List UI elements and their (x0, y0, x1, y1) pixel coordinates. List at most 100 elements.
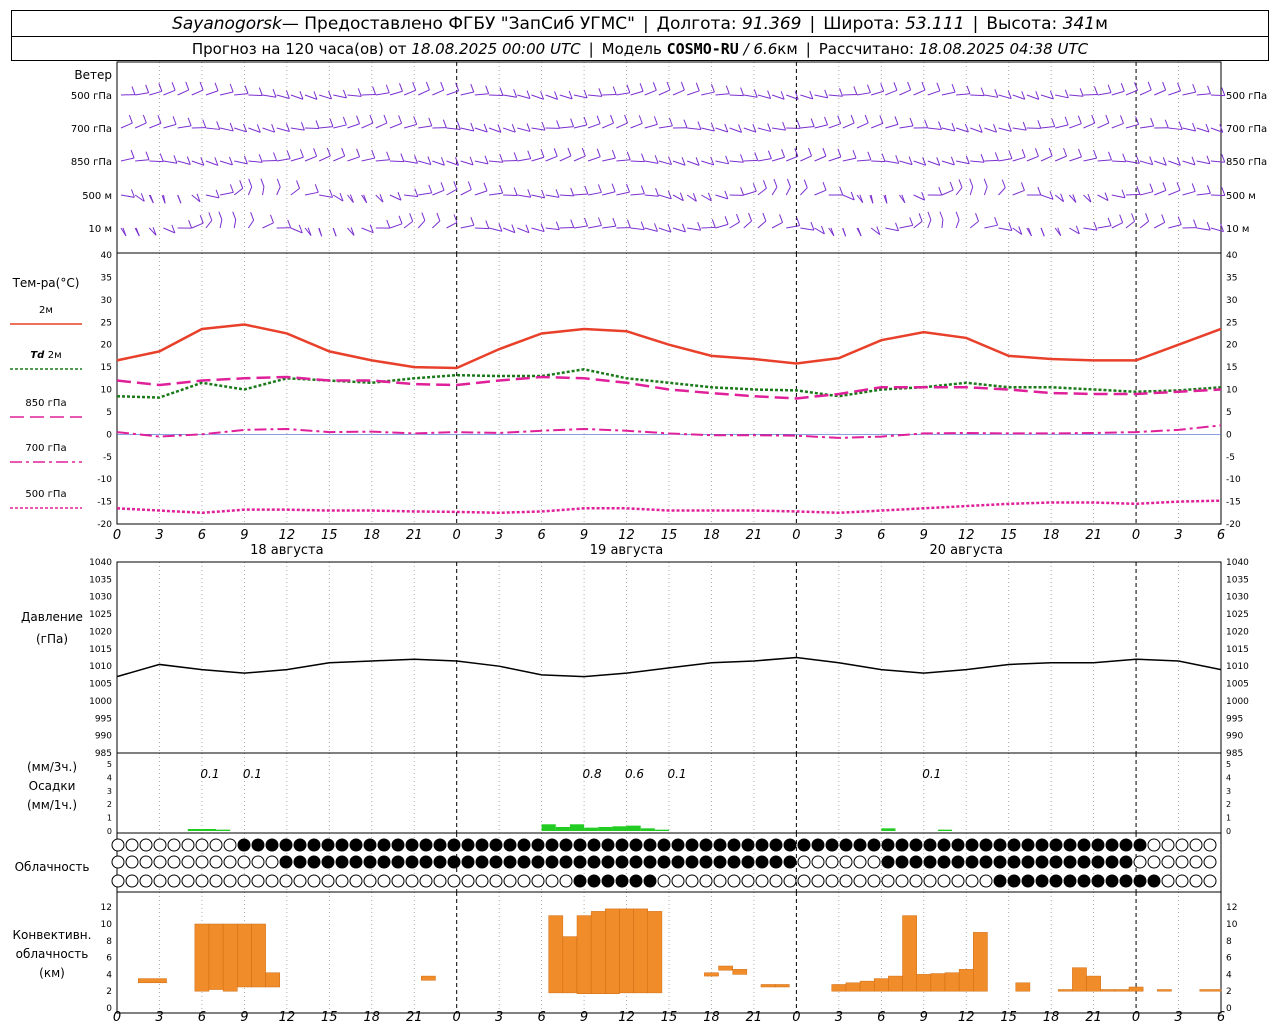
hour-tick-label: 6 (537, 528, 545, 543)
cloud-cover-symbol (1105, 838, 1119, 852)
wind-barb-shaft (644, 194, 659, 197)
temp-ytick-left: 20 (101, 341, 113, 351)
cloud-cover-symbol (531, 874, 545, 888)
wind-barb-flag (853, 86, 858, 95)
cloud-cover-symbol (181, 838, 195, 852)
cloud-cover-symbol (587, 838, 601, 852)
wind-barb-shaft (1012, 189, 1025, 196)
cloud-cover-symbol (965, 855, 979, 869)
conv-cloud-bar (194, 923, 210, 992)
wind-barb-flag (803, 179, 808, 188)
wind-barb-shaft (701, 160, 714, 166)
wind-barb-shaft (616, 159, 631, 162)
wind-barb-shaft (1040, 126, 1055, 129)
wind-barb-flag (400, 153, 405, 162)
cloud-cover-symbol (279, 838, 293, 852)
cloud-cover-symbol (349, 838, 363, 852)
wind-barb-shaft (587, 123, 601, 129)
wind-barb-shaft (630, 122, 643, 129)
hour-tick-label: 3 (835, 528, 843, 543)
wind-barb-shaft (460, 127, 474, 132)
cloud-cover-symbol (1091, 855, 1105, 869)
wind-barb-shaft (899, 224, 913, 229)
cloud-cover-symbol (881, 855, 895, 869)
hour-tick-label: 21 (746, 1010, 763, 1024)
cloud-cover-symbol (405, 855, 419, 869)
cloud-cover-symbol (699, 838, 713, 852)
cloud-cover-symbol (1133, 874, 1147, 888)
conv-cloud-bar (1114, 989, 1130, 992)
wind-barb-flag (248, 178, 253, 188)
wind-barb-flag (258, 87, 263, 96)
wind-barb-shaft (559, 94, 573, 100)
cloud-cover-symbol (713, 855, 727, 869)
cloud-cover-symbol (223, 874, 237, 888)
cloud-cover-symbol (979, 855, 993, 869)
pressure-unit: (гПа) (36, 632, 68, 646)
hour-tick-label: 18 (363, 1010, 380, 1024)
wind-barb-flag (145, 84, 150, 93)
precip-bar (216, 829, 231, 831)
precip-bar (569, 824, 585, 831)
cloud-cover-symbol (475, 838, 489, 852)
conv-ytick-right: 6 (1226, 954, 1232, 964)
conv-title-1: Конвективн. (13, 928, 92, 942)
wind-barb-flag (1121, 189, 1126, 198)
wind-barb-shaft (205, 220, 213, 229)
wind-barb-flag (216, 121, 221, 130)
cloud-cover-symbol (167, 855, 181, 869)
wind-barb-shaft (715, 223, 729, 229)
wind-barb-flag (229, 122, 234, 132)
wind-barb-shaft (234, 127, 247, 133)
wind-barb-flag (414, 155, 419, 164)
wind-barb-shaft (1111, 194, 1126, 199)
hour-tick-label: 0 (113, 528, 121, 543)
wind-barb-shaft (1196, 127, 1210, 133)
wind-barb-flag (1037, 120, 1042, 129)
wind-barb-flag (782, 121, 787, 131)
wind-barb-flag (668, 117, 673, 127)
wind-barb-flag (583, 116, 588, 126)
precip-ytick-left: 1 (107, 814, 112, 823)
cloud-cover-symbol (433, 855, 447, 869)
wind-barb-shaft (998, 127, 1012, 132)
wind-barb-shaft (503, 159, 518, 162)
cloud-cover-symbol (937, 874, 951, 888)
wind-barb-flag (695, 82, 700, 91)
wind-barb-shaft (955, 187, 963, 196)
temp-series-line (116, 499, 1222, 515)
precip-amount-label: 0.1 (200, 767, 219, 781)
conv-cloud-bar (137, 978, 167, 984)
wind-barb-flag (199, 81, 204, 91)
hour-tick-label: 9 (920, 528, 928, 543)
wind-barb-shaft (149, 160, 164, 163)
cloud-cover-symbol (1161, 838, 1175, 852)
wind-barb-shaft (984, 224, 998, 229)
wind-barb-shaft (418, 160, 432, 166)
wind-barb-shaft (460, 160, 474, 166)
wind-barb-shaft (559, 155, 572, 162)
pressure-ytick-right: 1030 (1226, 593, 1249, 603)
hour-tick-label: 15 (1000, 528, 1017, 543)
wind-barb-flag (781, 149, 786, 158)
cloud-cover-symbol (391, 874, 405, 888)
precip-bar (881, 828, 896, 831)
cloud-cover-symbol (825, 855, 839, 869)
hour-tick-label: 9 (240, 528, 248, 543)
conv-cloud-bar (888, 975, 903, 992)
hour-tick-label: 21 (406, 528, 423, 543)
wind-barb-shaft (757, 187, 767, 196)
wind-barb-flag (924, 119, 929, 128)
wind-barb-flag (287, 219, 292, 228)
cloud-cover-symbol (503, 855, 517, 869)
wind-barb-shaft (828, 94, 843, 97)
wind-barb-shaft (913, 89, 926, 96)
wind-barb-shaft (375, 159, 390, 162)
wind-barb-shaft (304, 191, 319, 196)
wind-barb-shaft (333, 94, 347, 99)
cloud-cover-symbol (1035, 855, 1049, 869)
wind-level-label-left: 500 гПа (71, 91, 112, 102)
wind-barb-shaft (488, 160, 503, 163)
conv-cloud-bar (958, 969, 974, 992)
wind-barb-flag (341, 147, 346, 157)
